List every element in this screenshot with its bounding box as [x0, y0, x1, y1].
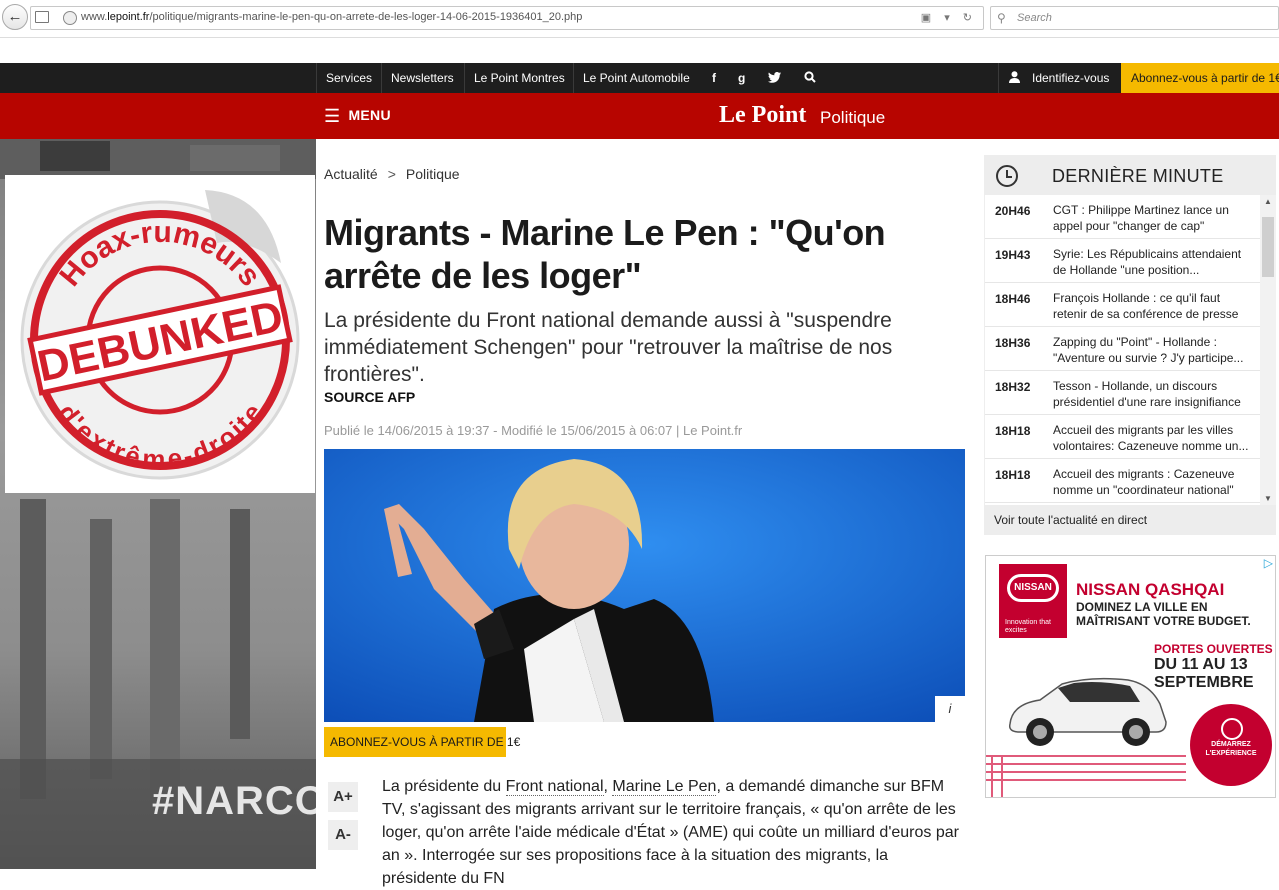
twitter-icon[interactable]: [768, 63, 781, 93]
back-button[interactable]: ←: [2, 4, 28, 30]
nissan-ad[interactable]: ▷ NISSAN Innovation that excites NISSAN …: [985, 555, 1276, 798]
article-headline: Migrants - Marine Le Pen : "Qu'on arrête…: [324, 212, 886, 296]
news-time: 18H36: [995, 336, 1031, 350]
top-nav: Services Newsletters Le Point Montres Le…: [0, 63, 1279, 93]
site-header: ☰ MENU Le Point Politique: [0, 93, 1279, 139]
photo-info-button[interactable]: i: [935, 696, 965, 722]
news-item[interactable]: 18H18 Accueil des migrants par les villes…: [985, 415, 1261, 459]
news-title: Syrie: Les Républicains attendaient de H…: [1053, 247, 1242, 277]
login-link[interactable]: Identifiez-vous: [998, 63, 1118, 93]
link-marine-le-pen[interactable]: Marine Le Pen: [612, 778, 717, 796]
menu-button[interactable]: ☰ MENU: [324, 106, 391, 127]
search-icon[interactable]: [804, 63, 816, 93]
search-icon: ⚲: [997, 11, 1006, 25]
news-item[interactable]: 18H46 François Hollande : ce qu'il faut r…: [985, 283, 1261, 327]
ad-subline: DOMINEZ LA VILLE EN MAÎTRISANT VOTRE BUDG…: [1076, 600, 1251, 628]
clock-icon: [996, 165, 1018, 187]
section-name: Politique: [820, 108, 886, 127]
derniere-minute-title: DERNIÈRE MINUTE: [1052, 166, 1224, 186]
nav-automobile[interactable]: Le Point Automobile: [573, 63, 699, 93]
derniere-minute-header: DERNIÈRE MINUTE: [984, 155, 1276, 195]
nissan-logo-text: NISSAN: [1007, 574, 1059, 602]
article-source: SOURCE AFP: [324, 389, 416, 405]
news-time: 20H46: [995, 204, 1031, 218]
news-title: Tesson - Hollande, un discours président…: [1053, 379, 1241, 409]
font-decrease-button[interactable]: A-: [328, 820, 358, 850]
font-increase-button[interactable]: A+: [328, 782, 358, 812]
breadcrumb: Actualité > Politique: [324, 166, 460, 182]
news-time: 18H46: [995, 292, 1031, 306]
facebook-icon[interactable]: f: [712, 63, 716, 93]
reload-icon[interactable]: ▣ ▾ ↻: [921, 11, 977, 24]
see-all-news-link[interactable]: Voir toute l'actualité en direct: [984, 505, 1276, 535]
ad-subline-1: DOMINEZ LA VILLE EN: [1076, 600, 1208, 614]
scroll-thumb[interactable]: [1262, 217, 1274, 277]
search-placeholder: Search: [1017, 12, 1052, 24]
news-scrollbar[interactable]: ▲ ▼: [1260, 195, 1276, 505]
article: Actualité > Politique Migrants - Marine Le…: [316, 147, 976, 887]
news-time: 18H32: [995, 380, 1031, 394]
news-item[interactable]: 18H32 Tesson - Hollande, un discours prés…: [985, 371, 1261, 415]
scroll-up-icon[interactable]: ▲: [1264, 197, 1272, 206]
ad-subline-2: MAÎTRISANT VOTRE BUDGET.: [1076, 614, 1251, 628]
login-label: Identifiez-vous: [1032, 71, 1110, 85]
google-plus-icon[interactable]: g: [738, 63, 745, 93]
address-bar[interactable]: www.lepoint.fr/politique/migrants-marine…: [30, 6, 984, 30]
article-body: La présidente du Front national, Marine …: [382, 775, 962, 890]
news-time: 19H43: [995, 248, 1031, 262]
article-standfirst: La présidente du Front national demande …: [324, 309, 893, 386]
ad-cta-button[interactable]: DÉMARREZ L'EXPÉRIENCE: [1190, 704, 1272, 786]
browser-search[interactable]: ⚲ Search: [990, 6, 1279, 30]
news-time: 18H18: [995, 424, 1031, 438]
url-text: www.lepoint.fr/politique/migrants-marine…: [81, 11, 583, 23]
ad-portes-ouvertes: PORTES OUVERTES: [1154, 642, 1273, 656]
news-title: Accueil des migrants : Cazeneuve nomme u…: [1053, 467, 1235, 497]
breadcrumb-actualite[interactable]: Actualité: [324, 166, 378, 182]
subscribe-top-button[interactable]: Abonnez-vous à partir de 1€: [1121, 63, 1279, 93]
subscribe-button[interactable]: ABONNEZ-VOUS À PARTIR DE 1€: [324, 727, 520, 757]
car-image: [1008, 677, 1167, 746]
news-time: 18H18: [995, 468, 1031, 482]
ad-cta-1: DÉMARREZ: [1211, 741, 1251, 748]
article-photo[interactable]: i: [324, 449, 965, 722]
body-text-1: La présidente du: [382, 778, 506, 795]
hamburger-icon: ☰: [324, 106, 341, 126]
news-title: François Hollande : ce qu'il faut reteni…: [1053, 291, 1239, 321]
breadcrumb-politique[interactable]: Politique: [406, 166, 460, 182]
ad-headline: NISSAN QASHQAI: [1076, 580, 1225, 599]
chevron-right-icon: >: [387, 166, 396, 182]
news-title: CGT : Philippe Martinez lance un appel p…: [1053, 203, 1229, 233]
news-item[interactable]: 19H43 Syrie: Les Républicains attendaient…: [985, 239, 1261, 283]
news-item[interactable]: 20H46 CGT : Philippe Martinez lance un ap…: [985, 195, 1261, 239]
menu-label: MENU: [348, 107, 391, 123]
link-front-national[interactable]: Front national: [505, 778, 604, 796]
browser-toolbar: ← www.lepoint.fr/politique/migrants-mari…: [0, 0, 1279, 38]
news-item[interactable]: 18H36 Zapping du "Point" - Hollande : "Av…: [985, 327, 1261, 371]
nissan-logo: NISSAN Innovation that excites: [999, 564, 1067, 638]
news-item[interactable]: 18H18 Accueil des migrants : Cazeneuve no…: [985, 459, 1261, 503]
nav-services[interactable]: Services: [316, 63, 381, 93]
ad-cta-2: L'EXPÉRIENCE: [1205, 750, 1257, 757]
nav-montres[interactable]: Le Point Montres: [464, 63, 574, 93]
stamp-graphic: Hoax-rumeurs d'extrême-droite DEBUNKED: [20, 190, 300, 480]
globe-icon: [63, 11, 77, 25]
news-title: Zapping du "Point" - Hollande : "Aventur…: [1053, 335, 1244, 365]
debunked-stamp: Hoax-rumeurs d'extrême-droite DEBUNKED: [5, 175, 315, 493]
user-icon: [1009, 71, 1020, 83]
news-title: Accueil des migrants par les villes volo…: [1053, 423, 1249, 453]
site-logo[interactable]: Le Point: [719, 102, 806, 129]
derniere-minute-list: 20H46 CGT : Philippe Martinez lance un ap…: [984, 195, 1261, 505]
page-icon: [35, 11, 49, 23]
adchoices-icon[interactable]: ▷: [1264, 556, 1273, 570]
photo-illustration: [324, 449, 965, 722]
nav-newsletters[interactable]: Newsletters: [381, 63, 463, 93]
scroll-down-icon[interactable]: ▼: [1264, 494, 1272, 503]
publish-date: Publié le 14/06/2015 à 19:37 - Modifié l…: [324, 423, 743, 438]
nissan-tagline: Innovation that excites: [1005, 619, 1051, 634]
